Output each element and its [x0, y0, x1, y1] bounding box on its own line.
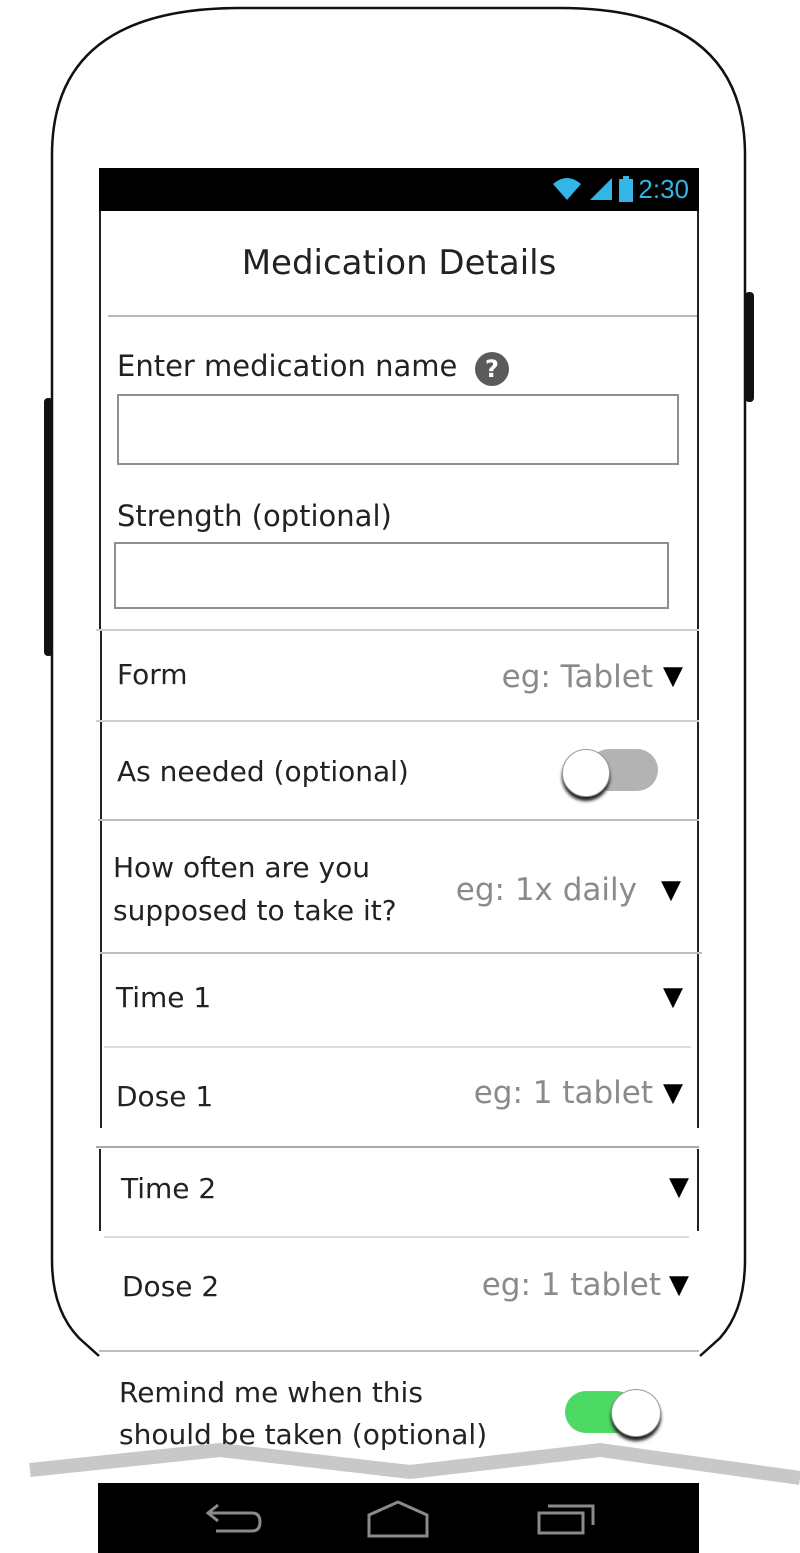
divider	[96, 720, 699, 722]
frequency-label-line2: supposed to take it?	[113, 894, 397, 927]
recent-apps-icon[interactable]	[536, 1501, 598, 1537]
dose1-placeholder: eg: 1 tablet	[473, 1075, 653, 1111]
dose1-dropdown[interactable]: Dose 1 eg: 1 tablet ▼	[101, 1048, 697, 1146]
medication-name-label: Enter medication name	[117, 349, 458, 383]
form-label: Form	[117, 658, 188, 691]
time1-dropdown[interactable]: Time 1 ▼	[101, 954, 697, 1046]
form-dropdown[interactable]: Form eg: Tablet ▼	[101, 631, 697, 720]
back-icon[interactable]	[200, 1503, 262, 1537]
home-icon[interactable]	[366, 1499, 430, 1539]
cell-signal-icon	[590, 178, 613, 200]
as-needed-toggle[interactable]	[562, 749, 658, 797]
strength-input[interactable]	[114, 542, 669, 609]
header-divider	[108, 315, 697, 317]
dose2-placeholder: eg: 1 tablet	[481, 1267, 661, 1303]
status-time: 2:30	[638, 174, 689, 204]
dropdown-arrow-icon: ▼	[663, 1078, 683, 1108]
status-icons: 2:30	[550, 174, 689, 204]
divider	[99, 1350, 699, 1352]
dropdown-arrow-icon: ▼	[661, 875, 681, 905]
toggle-knob	[611, 1389, 661, 1437]
dropdown-arrow-icon: ▼	[669, 1270, 689, 1300]
battery-icon	[619, 176, 634, 202]
frequency-dropdown[interactable]: How often are you supposed to take it? e…	[101, 821, 697, 952]
medication-name-input[interactable]	[117, 394, 679, 465]
frequency-label-line1: How often are you	[113, 851, 370, 884]
power-button	[745, 292, 754, 402]
strength-label: Strength (optional)	[117, 499, 392, 533]
frequency-placeholder: eg: 1x daily	[455, 872, 637, 908]
status-bar: 2:30	[99, 168, 699, 211]
time2-label: Time 2	[121, 1172, 217, 1205]
time2-dropdown[interactable]: Time 2 ▼	[101, 1148, 697, 1236]
list-right-border	[697, 631, 699, 1128]
remind-toggle[interactable]	[565, 1389, 663, 1439]
dose2-label: Dose 2	[122, 1270, 220, 1303]
page-title: Medication Details	[241, 243, 557, 283]
help-icon[interactable]: ?	[475, 352, 509, 386]
torn-edge	[29, 1442, 800, 1485]
toggle-knob	[562, 749, 610, 797]
form-placeholder: eg: Tablet	[501, 659, 653, 695]
as-needed-label: As needed (optional)	[117, 755, 409, 788]
dose2-dropdown[interactable]: Dose 2 eg: 1 tablet ▼	[101, 1238, 697, 1346]
time2-right-border	[697, 1149, 699, 1231]
dropdown-arrow-icon: ▼	[663, 982, 683, 1012]
navigation-bar	[98, 1483, 699, 1553]
remind-label-line1: Remind me when this	[119, 1376, 423, 1409]
dose1-label: Dose 1	[116, 1080, 214, 1113]
volume-button	[44, 398, 53, 656]
dropdown-arrow-icon: ▼	[669, 1172, 689, 1202]
time1-label: Time 1	[116, 981, 212, 1014]
wifi-icon	[553, 178, 582, 200]
remind-label-line2: should be taken (optional)	[119, 1418, 488, 1451]
dropdown-arrow-icon: ▼	[663, 661, 683, 691]
